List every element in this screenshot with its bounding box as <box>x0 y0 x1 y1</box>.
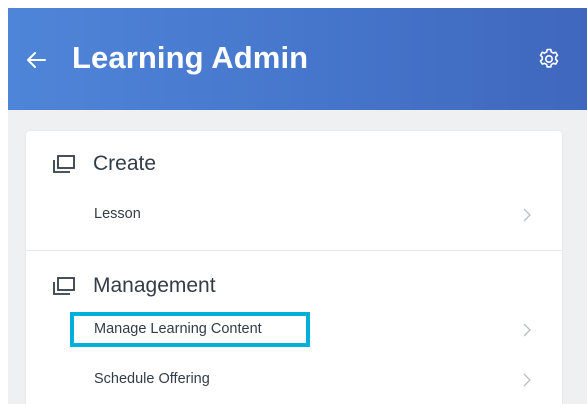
create-section-header: Create <box>52 149 156 179</box>
app-header: Learning Admin <box>8 8 587 110</box>
page-title: Learning Admin <box>72 40 309 75</box>
arrow-left-icon <box>27 52 46 68</box>
settings-button[interactable] <box>535 45 563 73</box>
chevron-right-icon <box>523 323 531 337</box>
chevron-right-icon <box>523 208 531 222</box>
app-frame: Learning Admin Create Lesson Management … <box>8 8 587 404</box>
management-section-title: Management <box>93 274 216 297</box>
windows-stack-icon <box>52 154 76 174</box>
create-section: Create Lesson <box>26 131 562 250</box>
back-button[interactable] <box>22 46 50 74</box>
lesson-item-label: Lesson <box>94 206 141 222</box>
gear-icon <box>539 48 559 68</box>
management-section-header: Management <box>52 271 216 301</box>
chevron-right-icon <box>523 373 531 387</box>
lesson-item[interactable]: Lesson <box>26 197 562 233</box>
create-section-title: Create <box>93 152 157 175</box>
learning-admin-card: Create Lesson Management Manage Learning… <box>26 131 562 404</box>
schedule-offering-label: Schedule Offering <box>94 371 210 387</box>
windows-stack-icon <box>52 276 76 296</box>
schedule-offering-item[interactable]: Schedule Offering <box>26 362 562 398</box>
highlight-box <box>70 312 310 347</box>
management-section: Management Manage Learning Content Sched… <box>26 250 562 404</box>
